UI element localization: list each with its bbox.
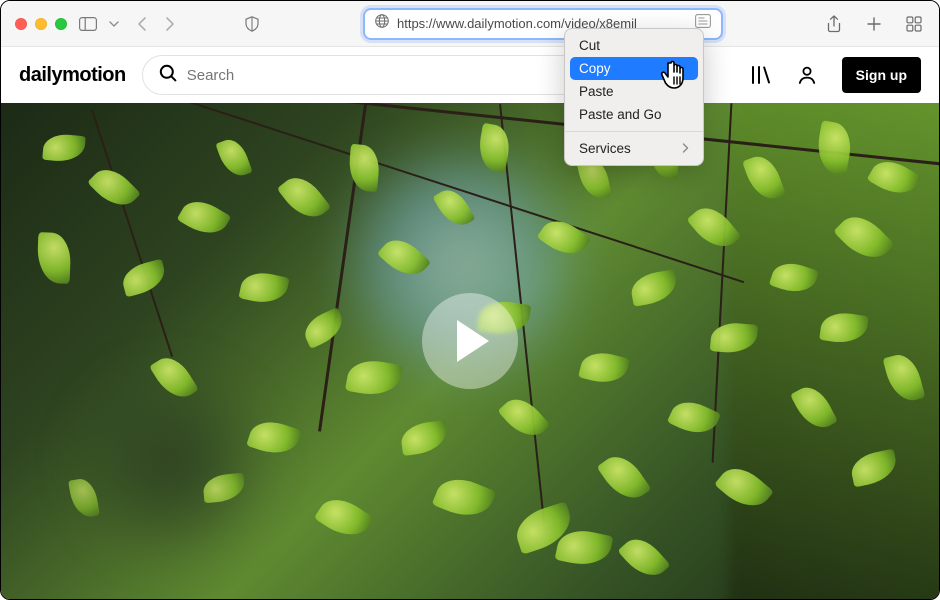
right-toolbar	[823, 13, 925, 35]
fullscreen-window-button[interactable]	[55, 18, 67, 30]
play-icon	[453, 318, 493, 364]
context-menu-copy[interactable]: Copy	[570, 57, 698, 80]
site-header: dailymotion Sign up	[1, 47, 939, 103]
video-area	[1, 103, 939, 599]
search-icon	[159, 64, 177, 87]
close-window-button[interactable]	[15, 18, 27, 30]
leaf	[497, 391, 550, 445]
nav-arrows	[131, 13, 181, 35]
leaf	[215, 135, 252, 180]
privacy-shield-icon[interactable]	[241, 13, 263, 35]
context-menu-services-label: Services	[579, 141, 631, 156]
window-controls	[15, 18, 67, 30]
back-button[interactable]	[131, 13, 153, 35]
leaf	[432, 471, 497, 525]
address-bar-container	[273, 8, 813, 40]
context-menu-paste-label: Paste	[579, 84, 614, 99]
context-menu-cut[interactable]: Cut	[565, 34, 703, 57]
sidebar-toggle-icon[interactable]	[77, 13, 99, 35]
context-menu-cut-label: Cut	[579, 38, 600, 53]
forward-button[interactable]	[159, 13, 181, 35]
context-menu-services[interactable]: Services	[565, 137, 703, 160]
leaf	[399, 420, 449, 456]
left-toolbar	[77, 13, 119, 35]
leaf	[37, 232, 72, 284]
context-menu-paste-and-go[interactable]: Paste and Go	[565, 103, 703, 126]
context-menu-copy-label: Copy	[579, 61, 611, 76]
leaf	[314, 490, 374, 545]
leaf	[629, 269, 680, 307]
leaf	[596, 448, 651, 507]
profile-icon[interactable]	[796, 64, 818, 86]
brand-logo[interactable]: dailymotion	[19, 64, 126, 87]
branch	[91, 109, 173, 357]
library-icon[interactable]	[750, 64, 772, 86]
chevron-down-icon[interactable]	[109, 13, 119, 35]
context-menu-paste[interactable]: Paste	[565, 80, 703, 103]
tabs-overview-icon[interactable]	[903, 13, 925, 35]
leaf	[238, 269, 289, 308]
signup-button[interactable]: Sign up	[842, 57, 921, 93]
share-icon[interactable]	[823, 13, 845, 35]
chevron-right-icon	[682, 141, 689, 156]
globe-icon	[375, 14, 389, 33]
play-button[interactable]	[422, 293, 518, 389]
site-header-right: Sign up	[750, 57, 921, 93]
leaf	[87, 161, 141, 215]
browser-chrome	[1, 1, 939, 47]
minimize-window-button[interactable]	[35, 18, 47, 30]
leaf	[119, 259, 169, 298]
leaf	[177, 194, 232, 243]
context-menu: Cut Copy Paste Paste and Go Services	[564, 28, 704, 166]
leaf	[42, 133, 86, 164]
context-menu-paste-and-go-label: Paste and Go	[579, 107, 662, 122]
new-tab-icon[interactable]	[863, 13, 885, 35]
leaf	[617, 531, 670, 585]
context-menu-separator	[565, 131, 703, 132]
browser-window: dailymotion Sign up	[0, 0, 940, 600]
